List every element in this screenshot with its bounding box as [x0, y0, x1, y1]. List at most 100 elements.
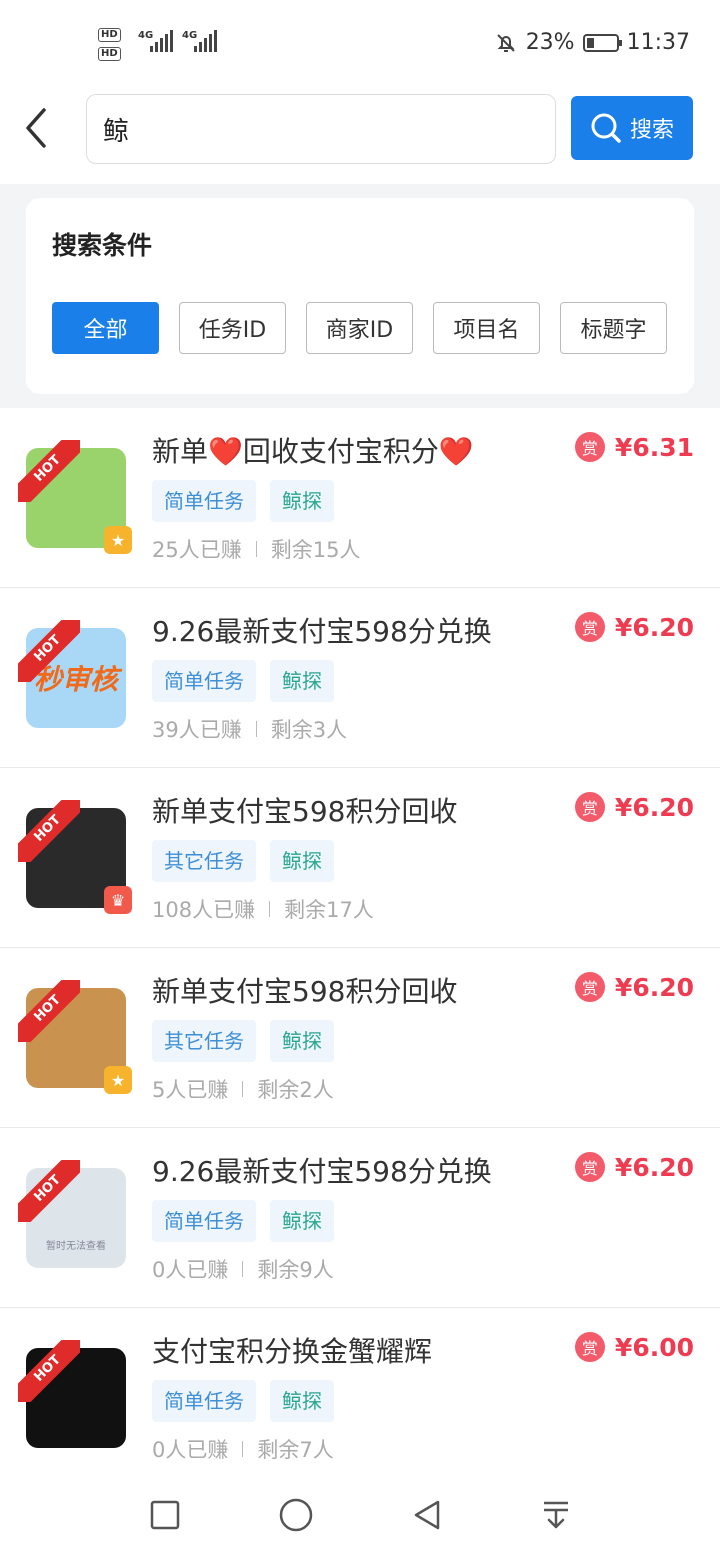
earned-count: 25人已赚 [152, 538, 242, 562]
hot-ribbon: HOT [18, 1160, 80, 1222]
task-title: 支付宝积分换金蟹耀辉 [152, 1335, 433, 1368]
search-button[interactable]: 搜索 [571, 96, 693, 160]
battery-icon [582, 33, 622, 52]
reward-price: ¥6.20 [614, 1152, 694, 1182]
system-nav-bar [0, 1470, 720, 1560]
task-source-tag: 鲸探 [270, 660, 334, 702]
hot-label: HOT [18, 1340, 80, 1402]
remaining-count: 剩余9人 [257, 1258, 334, 1282]
remaining-count: 剩余17人 [284, 898, 374, 922]
remaining-count: 剩余2人 [257, 1078, 334, 1102]
back-nav-button[interactable] [411, 1499, 443, 1531]
divider [242, 1261, 244, 1277]
search-header: 搜索 [0, 88, 720, 184]
search-box[interactable] [86, 94, 556, 164]
reward-icon: 赏 [574, 972, 605, 1002]
mute-bell-icon [496, 33, 515, 52]
remaining-count: 剩余3人 [270, 718, 348, 742]
task-title: 新单❤️回收支付宝积分❤️ [152, 435, 474, 468]
task-type-tag: 简单任务 [152, 1200, 256, 1242]
task-list-item[interactable]: HOT ♛ 新单支付宝598积分回收其它任务 鲸探 108人已赚 剩余17人 赏 ¥6.20 [0, 768, 720, 948]
filter-title: 搜索条件 [52, 231, 153, 260]
earned-count: 39人已赚 [152, 718, 242, 742]
reward: 赏 ¥6.00 [574, 1332, 694, 1362]
reward: 赏 ¥6.20 [574, 612, 694, 642]
task-title: 9.26最新支付宝598分兑换 [152, 1155, 492, 1188]
reward-price: ¥6.00 [614, 1332, 694, 1362]
reward: 赏 ¥6.20 [574, 1152, 694, 1182]
divider [255, 541, 257, 557]
reward: 赏 ¥6.20 [574, 972, 694, 1002]
task-list-item[interactable]: HOT 支付宝积分换金蟹耀辉简单任务 鲸探 0人已赚 剩余7人 赏 ¥6.00 [0, 1308, 720, 1488]
hot-label: HOT [18, 440, 80, 502]
task-list-item[interactable]: 秒审核 HOT 9.26最新支付宝598分兑换 简单任务 鲸探 39人已赚 剩余3人赏 ¥6.… [0, 588, 720, 768]
star-badge-icon: ★ [104, 1066, 132, 1094]
crown-badge-icon: ♛ [104, 886, 132, 914]
hot-label: HOT [18, 980, 80, 1042]
divider [255, 721, 257, 737]
signal-icon [150, 30, 173, 52]
divider [242, 1081, 244, 1097]
reward-price: ¥6.20 [614, 972, 694, 1002]
reward: 赏 ¥6.31 [574, 432, 694, 462]
task-list-item[interactable]: HOT ★ 新单支付宝598积分回收 其它任务 鲸探 5人已赚 剩余2人 赏 ¥6.20 [0, 948, 720, 1128]
reward-icon: 赏 [574, 792, 605, 822]
remaining-count: 剩余15人 [270, 538, 361, 562]
hot-ribbon: HOT [18, 800, 80, 862]
chevron-left-icon [26, 108, 46, 148]
task-title: 新单支付宝598积分回收 [152, 975, 458, 1008]
search-button-label: 搜索 [629, 118, 674, 143]
notification-pulldown-button[interactable] [540, 1499, 572, 1531]
recents-button[interactable] [149, 1499, 181, 1531]
filter-chip[interactable]: 项目名 [433, 302, 540, 354]
back-button[interactable] [18, 106, 58, 150]
hot-label: HOT [18, 620, 80, 682]
star-badge-icon: ★ [104, 526, 132, 554]
filter-section: 搜索条件 全部 任务ID 商家ID 项目名 标题字 [0, 184, 720, 408]
hd1-label: HD [98, 28, 121, 42]
task-type-tag: 简单任务 [152, 1380, 256, 1422]
reward-icon: 赏 [574, 432, 605, 462]
hot-ribbon: HOT [18, 980, 80, 1042]
task-type-tag: 简单任务 [152, 660, 256, 702]
filter-chip[interactable]: 标题字 [560, 302, 667, 354]
task-source-tag: 鲸探 [270, 840, 334, 882]
status-bar: HD HD 4G 4G 23% 11:37 [0, 0, 720, 88]
clock: 11:37 [626, 30, 690, 55]
home-button[interactable] [278, 1497, 314, 1533]
filter-card: 搜索条件 全部 任务ID 商家ID 项目名 标题字 [26, 198, 694, 394]
search-input[interactable] [87, 95, 555, 163]
task-title: 9.26最新支付宝598分兑换 [152, 615, 492, 648]
thumbnail-text: 暂时无法查看 [46, 1241, 106, 1252]
signal-icon-2 [194, 30, 217, 52]
divider [269, 901, 271, 917]
filter-chips: 全部 任务ID 商家ID 项目名 标题字 [52, 302, 667, 354]
earned-count: 0人已赚 [152, 1438, 229, 1462]
hot-ribbon: HOT [18, 620, 80, 682]
remaining-count: 剩余7人 [257, 1438, 334, 1462]
hd2-label: HD [98, 47, 121, 61]
task-source-tag: 鲸探 [270, 1020, 334, 1062]
filter-chip[interactable]: 商家ID [306, 302, 413, 354]
task-list-item[interactable]: HOT ★ 新单❤️回收支付宝积分❤️ 简单任务 鲸探 25人已赚 剩余15人 赏 ¥6.31 [0, 408, 720, 588]
task-type-tag: 简单任务 [152, 480, 256, 522]
hot-label: HOT [18, 1160, 80, 1222]
reward: 赏 ¥6.20 [574, 792, 694, 822]
earned-count: 108人已赚 [152, 898, 256, 922]
filter-chip[interactable]: 全部 [52, 302, 159, 354]
task-source-tag: 鲸探 [270, 1380, 334, 1422]
hot-label: HOT [18, 800, 80, 862]
filter-chip[interactable]: 任务ID [179, 302, 286, 354]
reward-icon: 赏 [574, 612, 605, 642]
task-type-tag: 其它任务 [152, 1020, 256, 1062]
task-type-tag: 其它任务 [152, 840, 256, 882]
task-list: HOT ★ 新单❤️回收支付宝积分❤️ 简单任务 鲸探 25人已赚 剩余15人赏 ¥6.31 秒… [0, 408, 720, 1488]
task-title: 新单支付宝598积分回收 [152, 795, 458, 828]
reward-icon: 赏 [574, 1152, 605, 1182]
task-list-item[interactable]: 暂时无法查看 HOT 9.26最新支付宝598分兑换 简单任务 鲸探 0人已赚 剩余9人 赏 ¥… [0, 1128, 720, 1308]
task-source-tag: 鲸探 [270, 480, 334, 522]
reward-price: ¥6.20 [614, 792, 694, 822]
hot-ribbon: HOT [18, 1340, 80, 1402]
reward-icon: 赏 [574, 1332, 605, 1362]
reward-price: ¥6.31 [614, 432, 694, 462]
